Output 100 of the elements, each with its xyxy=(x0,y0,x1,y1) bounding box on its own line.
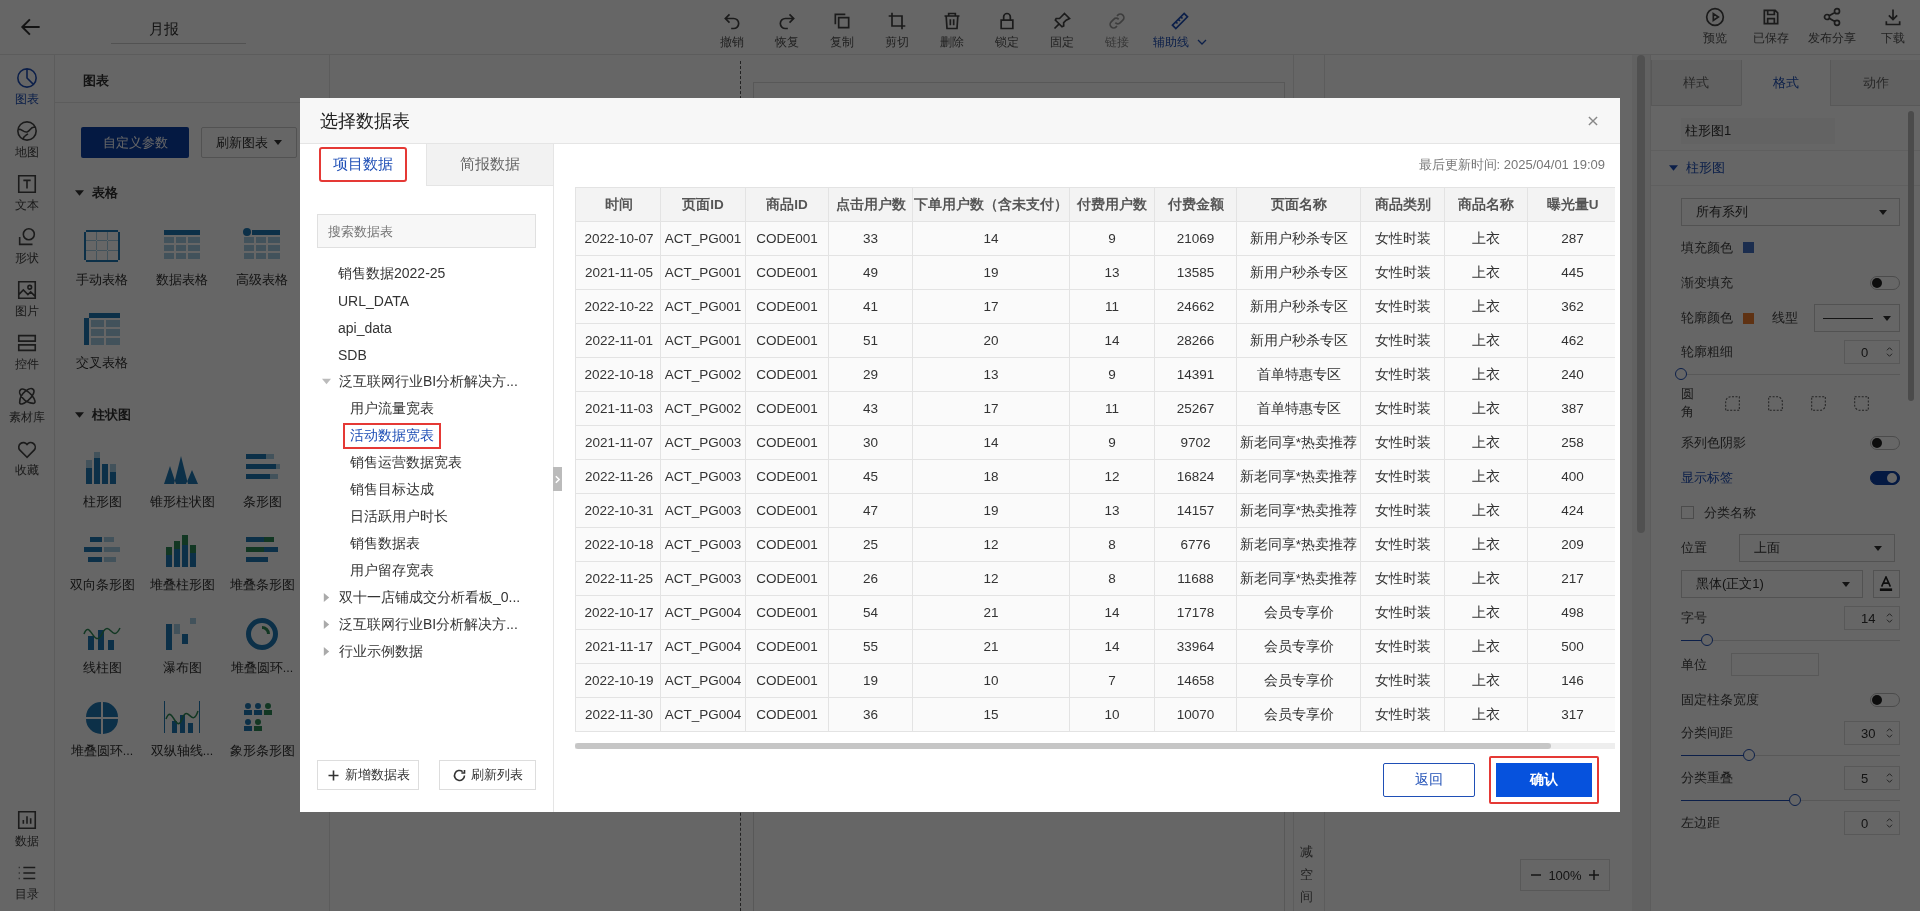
chart-type-item[interactable]: 手动表格 xyxy=(63,226,141,289)
toolbar-button[interactable]: 锁定 xyxy=(980,3,1034,51)
checkbox[interactable] xyxy=(1681,506,1694,520)
back-button[interactable]: 返回 xyxy=(1383,763,1475,797)
chart-type-item[interactable]: 柱形图 xyxy=(63,448,141,511)
toolbar-button[interactable]: 已保存 xyxy=(1752,0,1790,54)
tree-item[interactable]: 销售目标达成 xyxy=(343,476,441,503)
toolbar-button[interactable]: 撤销 xyxy=(705,3,759,51)
chart-type-item[interactable]: 瀑布图 xyxy=(143,614,221,677)
rail-item[interactable]: 收藏 xyxy=(0,438,54,479)
series-select[interactable]: 所有系列 xyxy=(1681,198,1900,226)
rail-item[interactable]: 地图 xyxy=(0,120,54,161)
caret-icon[interactable] xyxy=(322,377,331,386)
color-swatch[interactable] xyxy=(1743,242,1754,253)
toggle-switch[interactable] xyxy=(1870,692,1900,707)
rail-item[interactable]: 图片 xyxy=(0,279,54,320)
chart-type-item[interactable]: 堆叠圆环... xyxy=(223,614,301,677)
caret-icon[interactable] xyxy=(75,190,84,196)
chart-type-item[interactable]: 交叉表格 xyxy=(63,309,141,372)
corner-icon[interactable] xyxy=(1809,394,1827,412)
collapse-handle[interactable] xyxy=(553,467,562,491)
data-source-tab[interactable]: 项目数据 xyxy=(319,147,407,182)
slider-handle[interactable] xyxy=(1675,368,1687,380)
chart-type-item[interactable]: 双向条形图 xyxy=(63,531,141,594)
rail-item[interactable]: 图表 xyxy=(0,67,54,108)
chart-type-item[interactable]: 堆叠柱形图 xyxy=(143,531,221,594)
caret-icon[interactable] xyxy=(75,412,84,418)
number-field[interactable]: 30 xyxy=(1844,721,1900,746)
confirm-button[interactable]: 确认 xyxy=(1489,756,1599,804)
toolbar-button[interactable]: 复制 xyxy=(815,3,869,51)
tree-item[interactable]: URL_DATA xyxy=(322,287,553,314)
caret-icon[interactable] xyxy=(1669,165,1678,171)
chart-type-item[interactable]: 条形图 xyxy=(223,448,301,511)
tree-item[interactable]: 销售运营数据宽表 xyxy=(343,449,469,476)
tree-item[interactable]: SDB xyxy=(322,341,553,368)
color-swatch[interactable] xyxy=(1743,312,1754,324)
rail-item[interactable]: 素材库 xyxy=(0,385,54,426)
tree-item[interactable]: 用户留存宽表 xyxy=(343,557,441,584)
tree-item[interactable]: 活动数据宽表 xyxy=(343,422,441,449)
tree-item[interactable]: 双十一店铺成交分析看板_0... xyxy=(322,584,553,611)
rail-item[interactable]: 形状 xyxy=(0,226,54,267)
tree-item[interactable]: 泛互联网行业BI分析解决方... xyxy=(322,368,553,395)
rail-item[interactable]: 文本 xyxy=(0,173,54,214)
position-select[interactable]: 上面 xyxy=(1739,534,1895,563)
number-field[interactable]: 0 xyxy=(1844,811,1900,836)
refresh-list-button[interactable]: 刷新列表 xyxy=(439,760,536,790)
caret-icon[interactable] xyxy=(322,647,331,656)
toggle-switch[interactable] xyxy=(1870,275,1900,290)
tree-item[interactable]: 用户流量宽表 xyxy=(343,395,441,422)
chart-type-item[interactable]: 线柱图 xyxy=(63,614,141,677)
rail-item[interactable]: 控件 xyxy=(0,332,54,373)
slider-handle[interactable] xyxy=(1701,634,1714,647)
chart-type-item[interactable]: 数据表格 xyxy=(143,226,221,289)
rail-item[interactable]: 目录 xyxy=(0,862,54,903)
chart-type-item[interactable]: 象形条形图 xyxy=(223,697,301,760)
zoom-control[interactable]: 100% xyxy=(1520,859,1610,891)
font-color-button[interactable] xyxy=(1873,570,1900,599)
tree-item[interactable]: 日活跃用户时长 xyxy=(343,503,455,530)
corner-icon[interactable] xyxy=(1852,394,1870,412)
scrollbar[interactable] xyxy=(575,743,1551,749)
tree-item[interactable]: api_data xyxy=(322,314,553,341)
toolbar-button[interactable]: 预览 xyxy=(1696,0,1734,54)
add-table-button[interactable]: 新增数据表 xyxy=(317,760,419,790)
scrollbar[interactable] xyxy=(1908,111,1914,401)
chart-type-item[interactable]: 堆叠条形图 xyxy=(223,531,301,594)
slider-handle[interactable] xyxy=(1742,749,1755,762)
tree-item[interactable]: 行业示例数据 xyxy=(322,638,553,665)
number-field[interactable]: 5 xyxy=(1844,766,1900,791)
report-title-field[interactable]: 月报 xyxy=(111,10,246,44)
close-icon[interactable] xyxy=(1586,113,1600,128)
toolbar-button[interactable]: 辅助线 xyxy=(1145,3,1215,51)
chart-type-item[interactable]: 双纵轴线... xyxy=(143,697,221,760)
toolbar-button[interactable]: 下载 xyxy=(1874,0,1912,54)
corner-icon[interactable] xyxy=(1766,394,1784,412)
number-field[interactable]: 0 xyxy=(1844,340,1900,364)
toolbar-button[interactable]: 删除 xyxy=(925,3,979,51)
zoom-in-icon[interactable] xyxy=(1587,869,1600,881)
tree-item[interactable]: 销售数据2022-25 xyxy=(322,260,553,287)
toggle-switch[interactable] xyxy=(1870,435,1900,450)
toggle-switch[interactable] xyxy=(1870,470,1900,485)
toolbar-button[interactable]: 固定 xyxy=(1035,3,1089,51)
caret-icon[interactable] xyxy=(322,620,331,629)
font-select[interactable]: 黑体(正文1) xyxy=(1681,570,1863,599)
caret-icon[interactable] xyxy=(322,593,331,602)
custom-params-button[interactable]: 自定义参数 xyxy=(81,127,189,158)
rail-item[interactable]: 数据 xyxy=(0,809,54,850)
chart-type-item[interactable]: 锥形柱状图 xyxy=(143,448,221,511)
slider-handle[interactable] xyxy=(1788,794,1801,807)
chart-type-item[interactable]: 高级表格 xyxy=(223,226,301,289)
corner-icon[interactable] xyxy=(1723,394,1741,412)
number-field[interactable]: 14 xyxy=(1844,606,1900,631)
search-field[interactable]: 搜索数据表 xyxy=(317,214,536,248)
tree-item[interactable]: 销售数据表 xyxy=(343,530,427,557)
chart-type-item[interactable]: 堆叠圆环... xyxy=(63,697,141,760)
refresh-dropdown-button[interactable]: 刷新图表 xyxy=(201,127,297,158)
line-style-select[interactable] xyxy=(1814,304,1900,332)
tree-item[interactable]: 泛互联网行业BI分析解决方... xyxy=(322,611,553,638)
toolbar-button[interactable]: 剪切 xyxy=(870,3,924,51)
toolbar-button[interactable]: 发布分享 xyxy=(1808,0,1856,54)
toolbar-button[interactable]: 恢复 xyxy=(760,3,814,51)
